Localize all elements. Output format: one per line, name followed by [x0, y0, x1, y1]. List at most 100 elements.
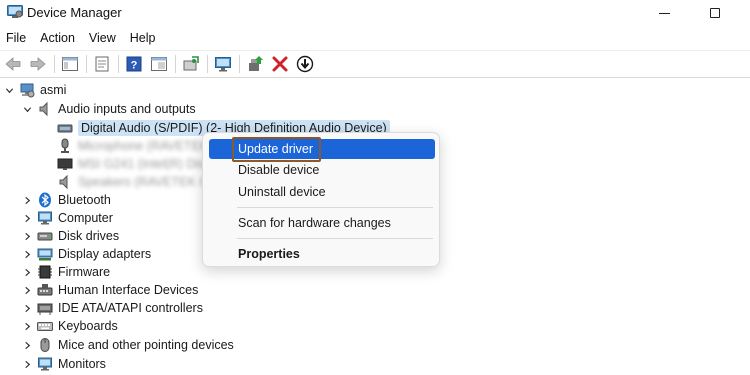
export-list-icon	[151, 57, 167, 71]
toolbar-separator	[54, 55, 55, 73]
device-manager-icon	[7, 5, 23, 19]
maximize-button[interactable]	[692, 0, 738, 26]
tree-category-bluetooth[interactable]: Bluetooth	[21, 191, 111, 209]
mouse-icon	[37, 337, 53, 353]
window-title: Device Manager	[27, 5, 122, 20]
tree-category-audio-inputs-outputs[interactable]: Audio inputs and outputs	[21, 100, 196, 118]
context-properties[interactable]: Properties	[209, 244, 435, 264]
tree-category-label: Human Interface Devices	[58, 283, 199, 297]
update-driver-button[interactable]	[244, 53, 266, 75]
tree-root[interactable]: asmi	[3, 81, 66, 99]
menu-view[interactable]: View	[82, 29, 123, 49]
back-button[interactable]	[2, 53, 24, 75]
chevron-right-icon[interactable]	[21, 248, 33, 260]
tree-category-label: Display adapters	[58, 247, 152, 261]
context-scan-hardware-changes[interactable]: Scan for hardware changes	[209, 213, 435, 233]
tree-category-label: Keyboards	[58, 319, 118, 333]
context-menu: Update driver Disable device Uninstall d…	[202, 132, 440, 267]
tree-root-label: asmi	[40, 83, 67, 97]
tree-category-label: Mice and other pointing devices	[58, 338, 234, 352]
tree-category-label: Audio inputs and outputs	[58, 102, 196, 116]
chevron-right-icon[interactable]	[21, 320, 33, 332]
tree-category-display-adapters[interactable]: Display adapters	[21, 245, 151, 263]
tree-category-monitors[interactable]: Monitors	[21, 355, 106, 373]
audio-device-icon	[57, 120, 73, 136]
tree-device-blurred[interactable]: Speakers (RAVETEK CA)	[57, 173, 221, 191]
properties-button[interactable]	[91, 53, 113, 75]
tree-category-label: Computer	[58, 211, 113, 225]
update-driver-icon	[249, 56, 263, 71]
tree-category-keyboards[interactable]: Keyboards	[21, 317, 118, 335]
tree-category-label: Disk drives	[58, 229, 120, 243]
context-disable-device[interactable]: Disable device	[209, 160, 435, 180]
firmware-chip-icon	[37, 264, 53, 280]
chevron-right-icon[interactable]	[21, 212, 33, 224]
context-separator	[237, 207, 433, 208]
tree-category-computer[interactable]: Computer	[21, 209, 113, 227]
disable-down-arrow-icon	[296, 55, 314, 73]
context-update-driver[interactable]: Update driver	[209, 139, 435, 159]
toolbar-separator	[207, 55, 208, 73]
tree-category-disk-drives[interactable]: Disk drives	[21, 227, 119, 245]
microphone-icon	[57, 138, 73, 154]
disable-device-button[interactable]	[294, 53, 316, 75]
ide-controller-icon	[37, 300, 53, 316]
help-button[interactable]: ?	[123, 53, 145, 75]
monitor-icon	[37, 356, 53, 372]
show-hide-console-tree-icon	[62, 57, 78, 71]
export-list-button[interactable]	[148, 53, 170, 75]
monitor-audio-icon	[57, 156, 73, 172]
menu-bar: File Action View Help	[0, 29, 750, 49]
toolbar: ?	[0, 50, 750, 78]
chevron-right-icon[interactable]	[21, 266, 33, 278]
back-arrow-icon	[5, 57, 21, 71]
tree-category-label: Monitors	[58, 357, 106, 371]
disk-drive-icon	[37, 228, 53, 244]
chevron-right-icon[interactable]	[21, 194, 33, 206]
show-hide-console-tree-button[interactable]	[59, 53, 81, 75]
minimize-button[interactable]	[641, 0, 687, 26]
help-icon: ?	[126, 56, 142, 72]
chevron-down-icon[interactable]	[3, 84, 15, 96]
chevron-right-icon[interactable]	[21, 302, 33, 314]
tree-device-blurred[interactable]: Microphone (RAVETEK)	[57, 137, 213, 155]
speaker-icon	[37, 101, 53, 117]
scan-hardware-icon	[183, 56, 199, 71]
context-separator	[237, 238, 433, 239]
scan-hardware-button[interactable]	[180, 53, 202, 75]
monitor-icon	[215, 57, 231, 72]
chevron-right-icon[interactable]	[21, 230, 33, 242]
blurred-device-label: Speakers (RAVETEK CA)	[78, 175, 221, 189]
svg-text:?: ?	[131, 60, 138, 72]
forward-button[interactable]	[27, 53, 49, 75]
tree-category-label: IDE ATA/ATAPI controllers	[58, 301, 203, 315]
context-uninstall-device[interactable]: Uninstall device	[209, 182, 435, 202]
uninstall-device-button[interactable]	[269, 53, 291, 75]
tree-category-human-interface-devices[interactable]: Human Interface Devices	[21, 281, 198, 299]
tree-category-ide-ata-atapi[interactable]: IDE ATA/ATAPI controllers	[21, 299, 203, 317]
uninstall-x-icon	[272, 56, 288, 72]
title-bar: Device Manager	[0, 0, 750, 26]
chevron-right-icon[interactable]	[21, 339, 33, 351]
tree-category-label: Firmware	[58, 265, 111, 279]
tree-category-firmware[interactable]: Firmware	[21, 263, 110, 281]
forward-arrow-icon	[30, 57, 46, 71]
minimize-icon	[658, 12, 670, 14]
bluetooth-icon	[37, 192, 53, 208]
monitor-button[interactable]	[212, 53, 234, 75]
tree-category-label: Bluetooth	[58, 193, 111, 207]
menu-action[interactable]: Action	[33, 29, 82, 49]
menu-help[interactable]: Help	[123, 29, 163, 49]
speaker-icon	[57, 174, 73, 190]
toolbar-separator	[175, 55, 176, 73]
toolbar-separator	[86, 55, 87, 73]
computer-icon	[19, 82, 35, 98]
chevron-down-icon[interactable]	[21, 103, 33, 115]
blurred-device-label: Microphone (RAVETEK)	[78, 139, 213, 153]
toolbar-separator	[118, 55, 119, 73]
tree-category-mice[interactable]: Mice and other pointing devices	[21, 336, 234, 354]
chevron-right-icon[interactable]	[21, 284, 33, 296]
menu-file[interactable]: File	[0, 29, 33, 49]
properties-icon	[95, 56, 109, 72]
chevron-right-icon[interactable]	[21, 358, 33, 370]
